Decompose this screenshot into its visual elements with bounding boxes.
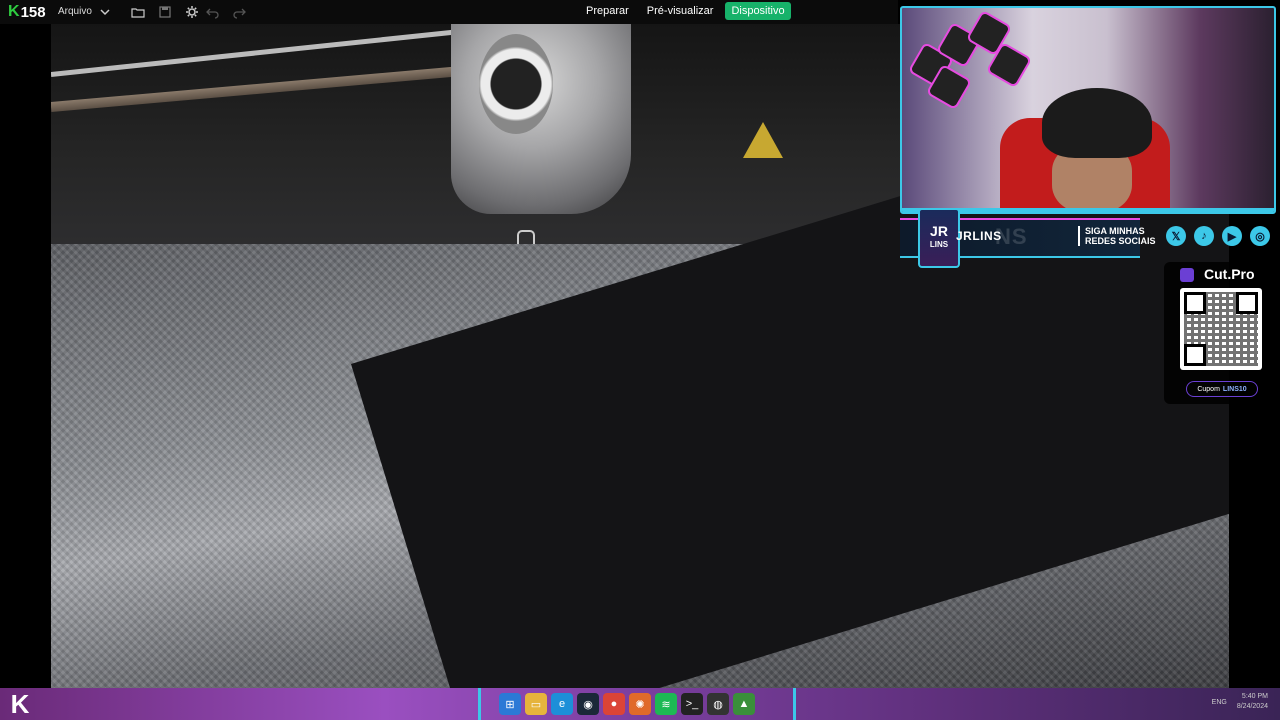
slicer-icon[interactable]: ▲ bbox=[733, 693, 755, 715]
social-icons: 𝕏 ♪ ▶ ◎ bbox=[1166, 226, 1270, 246]
streamer-webcam bbox=[900, 6, 1276, 214]
language-indicator[interactable]: ENG bbox=[1212, 699, 1227, 706]
coupon-code: LINS10 bbox=[1222, 385, 1247, 393]
save-icon[interactable] bbox=[157, 4, 173, 20]
streamer-logo: JR LINS bbox=[918, 208, 960, 268]
qr-finder bbox=[1184, 344, 1206, 366]
qr-finder bbox=[1236, 292, 1258, 314]
follow-line-2: REDES SOCIAIS bbox=[1085, 236, 1156, 246]
cutpro-logo-icon bbox=[1180, 268, 1194, 282]
sponsor-brand: Cut.Pro bbox=[1204, 266, 1255, 282]
steam-icon[interactable]: ◉ bbox=[577, 693, 599, 715]
follow-line-1: SIGA MINHAS bbox=[1085, 226, 1145, 236]
tab-pre-visualizar[interactable]: Pré-visualizar bbox=[641, 2, 720, 20]
qr-finder bbox=[1184, 292, 1206, 314]
coupon-label: Cupom bbox=[1197, 385, 1220, 393]
chevron-down-icon[interactable] bbox=[97, 4, 113, 20]
streamer-name: JRLINS bbox=[956, 229, 1002, 243]
logo-line-1: JR bbox=[930, 223, 948, 239]
clock-date: 8/24/2024 bbox=[1236, 703, 1268, 710]
folder-icon[interactable] bbox=[130, 4, 146, 20]
undo-icon[interactable] bbox=[205, 4, 221, 20]
streamer-cap bbox=[1042, 88, 1152, 158]
tiktok-icon: ♪ bbox=[1194, 226, 1214, 246]
spotify-icon[interactable]: ≋ bbox=[655, 693, 677, 715]
tab-dispositivo[interactable]: Dispositivo bbox=[725, 2, 791, 20]
file-menu[interactable]: Arquivo bbox=[58, 6, 92, 17]
instagram-icon: ◎ bbox=[1250, 226, 1270, 246]
redo-icon[interactable] bbox=[231, 4, 247, 20]
x-icon: 𝕏 bbox=[1166, 226, 1186, 246]
terminal-icon[interactable]: >_ bbox=[681, 693, 703, 715]
clock[interactable]: 5:40 PM 8/24/2024 bbox=[1237, 692, 1268, 712]
app-logo: K 158 bbox=[8, 3, 46, 21]
follow-callout: SIGA MINHAS REDES SOCIAIS bbox=[1078, 226, 1156, 246]
app-logo-number: 158 bbox=[20, 3, 46, 21]
youtube-icon: ▶ bbox=[1222, 226, 1242, 246]
toolhead-fan bbox=[479, 34, 553, 134]
tab-preparar[interactable]: Preparar bbox=[580, 2, 635, 20]
coupon-badge: Cupom LINS10 bbox=[1186, 381, 1258, 397]
app-logo-letter: K bbox=[8, 3, 20, 20]
nav-tabs: Preparar Pré-visualizar Dispositivo bbox=[580, 2, 791, 20]
app-icon[interactable]: ✺ bbox=[629, 693, 651, 715]
taskbar-logo: K bbox=[10, 688, 30, 719]
chrome-icon[interactable]: ● bbox=[603, 693, 625, 715]
clock-time: 5:40 PM bbox=[1241, 693, 1268, 700]
windows-icon[interactable]: ⊞ bbox=[499, 693, 521, 715]
obs-icon[interactable]: ◍ bbox=[707, 693, 729, 715]
system-tray: ENG 5:40 PM 8/24/2024 bbox=[1212, 692, 1268, 712]
app-toolbar: K 158 Arquivo Preparar Pré-visualizar Di… bbox=[0, 0, 898, 24]
edge-icon[interactable]: e bbox=[551, 693, 573, 715]
taskbar-apps: ⊞ ▭ e ◉ ● ✺ ≋ >_ ◍ ▲ bbox=[478, 688, 796, 720]
warning-sign-icon bbox=[743, 122, 783, 158]
logo-line-2: LINS bbox=[929, 240, 949, 249]
file-explorer-icon[interactable]: ▭ bbox=[525, 693, 547, 715]
gear-icon[interactable] bbox=[184, 4, 200, 20]
